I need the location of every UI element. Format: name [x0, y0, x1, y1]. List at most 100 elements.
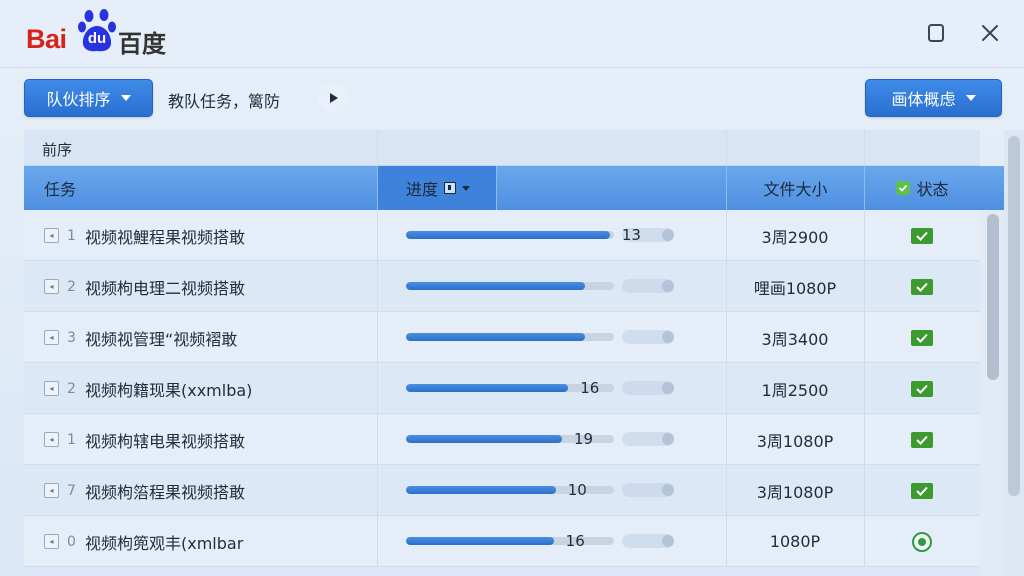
- file-size-cell: 1周2500: [761, 380, 829, 400]
- task-name: 视频视鯉程果视频搭敢: [85, 227, 246, 247]
- task-cell: ◂ 3 视频视管理“视频褶敢: [44, 312, 237, 363]
- check-icon: [911, 431, 933, 448]
- column-divider: [377, 414, 378, 464]
- file-size-cell: 3周3400: [761, 329, 829, 349]
- column-header-task[interactable]: 任务: [24, 166, 377, 210]
- maximize-icon: [928, 24, 944, 42]
- column-divider: [377, 312, 378, 362]
- progress-label: 10: [567, 481, 587, 499]
- progress-handle: [622, 432, 674, 446]
- check-icon: [911, 227, 933, 244]
- progress-knob-icon: [662, 433, 674, 445]
- column-header-progress-label: 进度: [406, 180, 439, 199]
- table-row[interactable]: ◂ 3 视频视管理“视频褶敢 3周3400: [24, 312, 980, 363]
- row-number: 0: [67, 533, 76, 550]
- file-size-cell: 3周1080P: [756, 482, 834, 502]
- task-name: 视频枸辖电果视频搭敢: [85, 431, 246, 451]
- status-cell: [864, 414, 980, 465]
- task-cell: ◂ 0 视频枸篼观丰(xmlbar: [44, 516, 243, 567]
- table-scrollbar-thumb[interactable]: [987, 214, 999, 380]
- status-cell: [864, 210, 980, 261]
- progress-fill: [406, 486, 556, 494]
- file-icon: ◂: [44, 534, 59, 549]
- column-header-status-label: 状态: [916, 180, 949, 199]
- task-name: 视频视管理“视频褶敢: [85, 329, 238, 349]
- queue-sort-button[interactable]: 队伙排序: [24, 79, 153, 117]
- column-header-progress[interactable]: 进度: [377, 166, 497, 210]
- file-icon: ◂: [44, 483, 59, 498]
- table-row[interactable]: ◂ 7 视频枸箈程果视频搭敢 10 3周1080P: [24, 465, 980, 516]
- download-table: 前序 任务 进度 文件大小 状态 ◂ 1 视频视鯉程果视频搭敢 13 3周290…: [24, 130, 1004, 576]
- status-cell: [864, 465, 980, 516]
- play-button[interactable]: [318, 83, 348, 113]
- check-icon: [911, 482, 933, 499]
- queue-sort-label: 队伙排序: [46, 90, 111, 109]
- table-row[interactable]: ◂ 0 视频枸篼观丰(xmlbar 16 1080P: [24, 516, 980, 567]
- column-header-status[interactable]: 状态: [864, 166, 980, 210]
- column-divider: [377, 130, 378, 165]
- column-divider: [377, 516, 378, 566]
- progress-label: 16: [580, 379, 600, 397]
- progress-handle: [622, 279, 674, 293]
- group-header-row: 前序: [24, 130, 980, 166]
- file-icon: ◂: [44, 330, 59, 345]
- overview-button[interactable]: 画体概虑: [865, 79, 1002, 117]
- chevron-down-icon: [965, 95, 976, 101]
- logo-text-du: du: [87, 30, 107, 47]
- row-number: 7: [67, 482, 76, 499]
- chevron-down-icon: [120, 95, 131, 101]
- task-cell: ◂ 2 视频枸电理二视频搭敢: [44, 261, 245, 312]
- column-divider: [864, 130, 865, 165]
- column-header-task-label: 任务: [44, 180, 77, 199]
- progress-knob-icon: [662, 484, 674, 496]
- table-header-row: 任务 进度 文件大小 状态: [24, 166, 1004, 210]
- overview-label: 画体概虑: [891, 90, 956, 109]
- logo-text-bai: Bai: [26, 24, 67, 54]
- check-icon: [911, 329, 933, 346]
- check-icon: [896, 181, 911, 195]
- table-row[interactable]: ◂ 2 视频枸电理二视频搭敢 哩画1080P: [24, 261, 980, 312]
- file-icon: ◂: [44, 381, 59, 396]
- progress-bar: [406, 282, 614, 290]
- row-number: 2: [67, 278, 76, 295]
- paw-logo-icon: du: [78, 6, 116, 54]
- task-name: 视频枸篼观丰(xmlbar: [85, 533, 244, 553]
- maximize-button[interactable]: [925, 22, 947, 44]
- progress-label: 19: [574, 430, 594, 448]
- progress-knob-icon: [662, 535, 674, 547]
- close-button[interactable]: [979, 22, 1001, 44]
- table-row[interactable]: ◂ 1 视频视鯉程果视频搭敢 13 3周2900: [24, 210, 980, 261]
- row-number: 1: [67, 431, 76, 448]
- toolbar-info-text: 教队任务，篱防: [168, 92, 281, 111]
- row-number: 2: [67, 380, 76, 397]
- check-icon: [911, 278, 933, 295]
- progress-bar: [406, 333, 614, 341]
- app-window: Bai du 百度 队伙排序 教队任务，篱防 画体概虑 前序 任务 进度 文件大…: [0, 0, 1024, 576]
- sort-icon: [444, 182, 457, 194]
- status-cell: [864, 516, 980, 567]
- status-cell: [864, 363, 980, 414]
- outer-scrollbar-thumb[interactable]: [1008, 136, 1020, 496]
- group-label: 前序: [42, 141, 73, 159]
- progress-handle: [622, 330, 674, 344]
- status-cell: [864, 312, 980, 363]
- progress-knob-icon: [662, 331, 674, 343]
- file-size-cell: 3周2900: [761, 227, 829, 247]
- column-divider: [377, 210, 378, 260]
- column-header-size[interactable]: 文件大小: [726, 166, 864, 210]
- column-header-size-label: 文件大小: [763, 180, 828, 199]
- column-divider: [726, 130, 727, 165]
- task-name: 视频枸箈程果视频搭敢: [85, 482, 246, 502]
- table-row[interactable]: ◂ 1 视频枸辖电果视频搭敢 19 3周1080P: [24, 414, 980, 465]
- logo-text-cn: 百度: [118, 30, 166, 58]
- row-number: 3: [67, 329, 76, 346]
- progress-bar: [406, 231, 614, 239]
- table-row[interactable]: ◂ 2 视频枸籍现果(xxmlba) 16 1周2500: [24, 363, 980, 414]
- file-icon: ◂: [44, 228, 59, 243]
- progress-knob-icon: [662, 382, 674, 394]
- chevron-down-icon: [462, 185, 471, 191]
- status-cell: [864, 261, 980, 312]
- title-bar: Bai du 百度: [0, 0, 1024, 68]
- task-cell: ◂ 2 视频枸籍现果(xxmlba): [44, 363, 252, 414]
- progress-fill: [406, 537, 554, 545]
